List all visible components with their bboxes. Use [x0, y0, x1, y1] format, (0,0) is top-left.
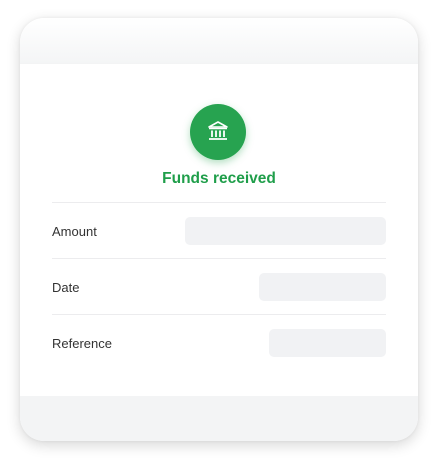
- date-value-placeholder: [259, 273, 386, 301]
- details-panel: Funds received Amount Date Reference: [20, 64, 418, 396]
- status-title: Funds received: [162, 170, 276, 187]
- divider: [52, 314, 386, 315]
- bank-icon: [208, 121, 228, 140]
- transfer-card: Funds received Amount Date Reference: [20, 18, 418, 441]
- status-badge: [190, 104, 246, 160]
- card-footer: [20, 396, 418, 441]
- divider: [52, 202, 386, 203]
- date-label: Date: [52, 280, 80, 295]
- reference-label: Reference: [52, 336, 112, 351]
- reference-value-placeholder: [269, 329, 386, 357]
- divider: [52, 258, 386, 259]
- card-header: [20, 18, 418, 64]
- amount-value-placeholder: [185, 217, 386, 245]
- amount-label: Amount: [52, 224, 97, 239]
